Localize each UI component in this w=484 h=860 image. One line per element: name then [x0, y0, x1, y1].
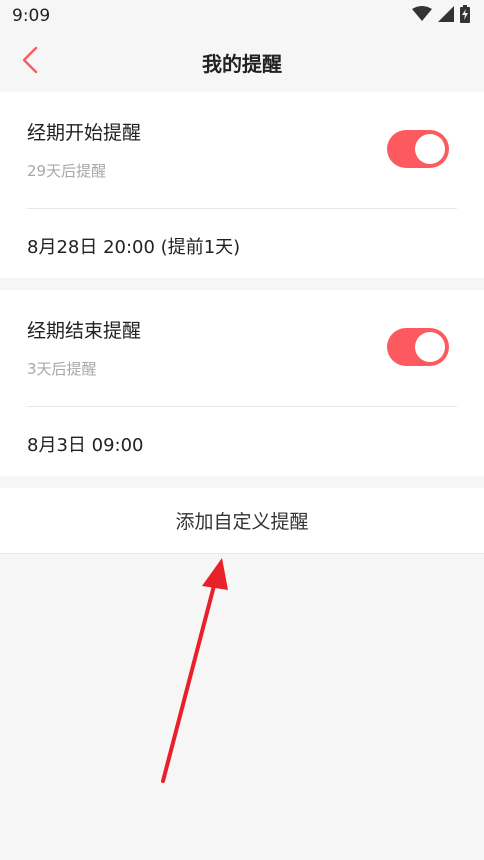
reminder-row: 经期开始提醒 29天后提醒 — [0, 92, 484, 208]
annotation-arrow-icon — [161, 558, 228, 783]
reminder-title: 经期结束提醒 — [27, 320, 142, 342]
status-time: 9:09 — [12, 6, 51, 26]
reminder-card-period-end: 经期结束提醒 3天后提醒 8月3日 09:00 — [0, 290, 484, 476]
toggle-knob — [415, 332, 445, 362]
reminder-card-period-start: 经期开始提醒 29天后提醒 8月28日 20:00 (提前1天) — [0, 92, 484, 278]
reminder-row: 经期结束提醒 3天后提醒 — [0, 290, 484, 406]
reminder-title: 经期开始提醒 — [27, 122, 142, 144]
reminder-toggle[interactable] — [387, 130, 449, 168]
add-custom-reminder-button[interactable]: 添加自定义提醒 — [0, 488, 484, 554]
navigation-bar: 我的提醒 — [0, 32, 484, 92]
reminder-time-row[interactable]: 8月3日 09:00 — [0, 407, 484, 476]
reminder-toggle[interactable] — [387, 328, 449, 366]
signal-icon — [438, 6, 454, 26]
status-bar: 9:09 — [0, 0, 484, 32]
reminder-time: 8月28日 20:00 (提前1天) — [27, 237, 241, 258]
chevron-left-icon — [21, 46, 39, 78]
status-icons — [412, 5, 470, 27]
toggle-knob — [415, 134, 445, 164]
page-title: 我的提醒 — [202, 51, 282, 76]
back-button[interactable] — [14, 46, 46, 78]
add-custom-reminder-label: 添加自定义提醒 — [175, 511, 309, 533]
wifi-icon — [412, 6, 432, 26]
reminder-time: 8月3日 09:00 — [27, 435, 144, 456]
reminders-screen: 9:09 我的提醒 经期开始提醒 29天后提醒 8月28日 20:00 (提前1… — [0, 0, 484, 860]
reminder-time-row[interactable]: 8月28日 20:00 (提前1天) — [0, 209, 484, 278]
reminder-countdown: 3天后提醒 — [27, 360, 97, 378]
battery-charging-icon — [460, 5, 470, 27]
reminder-countdown: 29天后提醒 — [27, 162, 107, 180]
